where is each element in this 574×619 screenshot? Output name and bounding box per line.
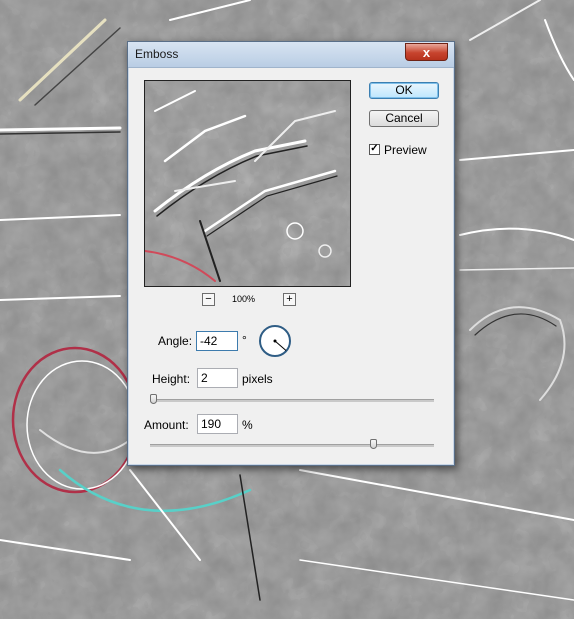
preview-checkbox[interactable]: ✓ [369,144,380,155]
preview-image [145,81,350,286]
height-label: Height: [152,372,191,386]
close-icon: x [422,45,431,60]
ok-button[interactable]: OK [369,82,439,99]
dialog-titlebar[interactable]: Emboss x [128,42,454,68]
amount-label: Amount: [144,418,189,432]
emboss-dialog: Emboss x − 100% + OK Cancel ✓ Preview An… [127,41,455,466]
height-field[interactable]: 2 [197,368,238,388]
angle-needle-icon [273,339,287,351]
zoom-level: 100% [232,294,256,304]
height-slider-track[interactable] [150,399,434,402]
amount-field[interactable]: 190 [197,414,238,434]
zoom-in-button[interactable]: + [283,293,296,306]
angle-field[interactable]: -42 [196,331,238,351]
zoom-out-button[interactable]: − [202,293,215,306]
checkmark-icon: ✓ [370,143,379,154]
angle-dial[interactable] [259,325,291,357]
amount-slider-track[interactable] [150,444,434,447]
filter-preview[interactable] [144,80,351,287]
dialog-title: Emboss [135,47,179,61]
amount-unit: % [242,418,253,432]
preview-label: Preview [384,143,427,157]
height-unit: pixels [242,372,273,386]
amount-slider-thumb[interactable] [370,439,377,449]
close-button[interactable]: x [405,43,448,61]
angle-label: Angle: [158,334,193,348]
height-slider-thumb[interactable] [150,394,157,404]
angle-unit: ° [242,333,247,347]
cancel-button[interactable]: Cancel [369,110,439,127]
